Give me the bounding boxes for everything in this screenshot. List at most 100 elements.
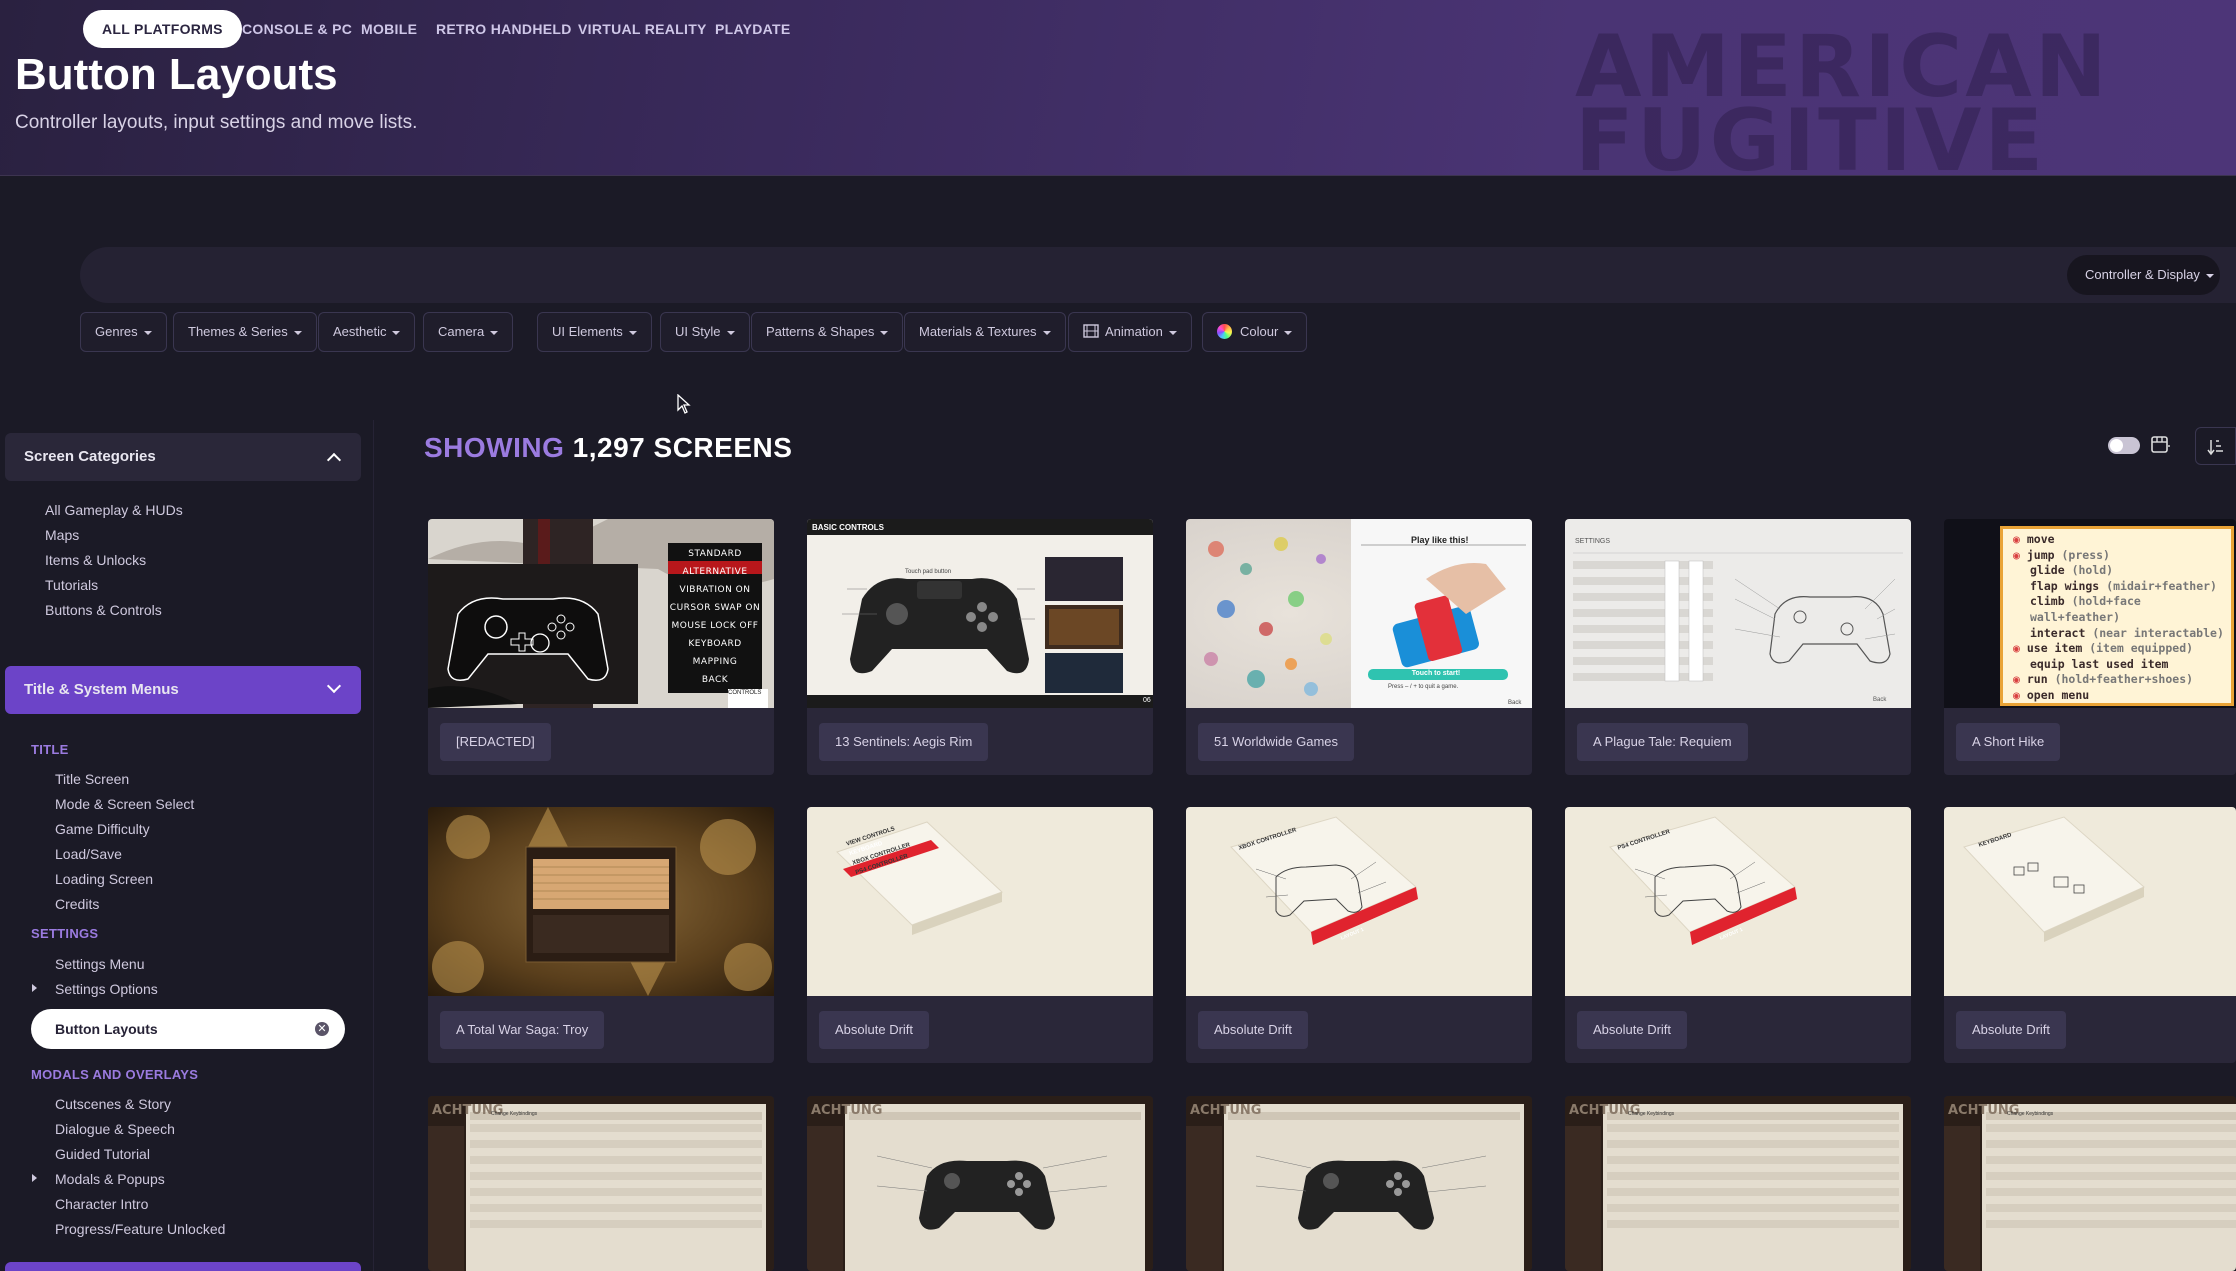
- title-system-menus-header[interactable]: Title & System Menus: [5, 666, 361, 714]
- thumb-button: Touch to start!: [1411, 670, 1461, 677]
- screenshot-thumbnail[interactable]: [1186, 1096, 1532, 1271]
- screenshot-thumbnail[interactable]: [1565, 1096, 1911, 1271]
- sidebar-divider: [373, 420, 374, 1271]
- active-item-label: Button Layouts: [55, 1021, 158, 1037]
- screenshot-thumbnail[interactable]: [428, 807, 774, 996]
- controller-display-dropdown[interactable]: Controller & Display: [2067, 255, 2220, 295]
- expand-arrow-icon[interactable]: [32, 1174, 37, 1182]
- tab-playdate[interactable]: PLAYDATE: [715, 10, 791, 48]
- screen-card[interactable]: [1565, 1096, 1911, 1271]
- close-icon[interactable]: ✕: [315, 1022, 329, 1036]
- filter-label: UI Elements: [552, 324, 623, 339]
- screenshot-thumbnail[interactable]: [807, 519, 1153, 708]
- move-row: equip last used item: [2013, 657, 2231, 673]
- game-title-label[interactable]: 13 Sentinels: Aegis Rim: [819, 723, 989, 761]
- sidebar-item-cutscenes-story[interactable]: Cutscenes & Story: [55, 1096, 171, 1112]
- screen-card[interactable]: [428, 1096, 774, 1271]
- game-title-label[interactable]: Absolute Drift: [1198, 1011, 1309, 1049]
- sidebar-item-buttons-controls[interactable]: Buttons & Controls: [45, 602, 162, 618]
- sidebar-item-settings-options[interactable]: Settings Options: [55, 981, 158, 997]
- screenshot-thumbnail[interactable]: [428, 1096, 774, 1271]
- thumb-tab: Change Keybindings: [2007, 1111, 2054, 1117]
- menu-item: BACK: [701, 675, 729, 685]
- filter-label: Colour: [1240, 324, 1279, 339]
- screenshot-thumbnail[interactable]: [1186, 519, 1532, 708]
- filter-genres[interactable]: Genres: [80, 312, 167, 352]
- filter-ui-style[interactable]: UI Style: [660, 312, 750, 352]
- sidebar-item-button-layouts-active[interactable]: Button Layouts ✕: [31, 1009, 345, 1049]
- caret-down-icon: [880, 330, 889, 335]
- header-watermark: AMERICAN FUGITIVE: [1575, 17, 2110, 176]
- screen-card[interactable]: [1944, 1096, 2236, 1271]
- screen-card[interactable]: 51 Worldwide Games: [1186, 519, 1532, 775]
- video-toggle[interactable]: [2108, 437, 2140, 454]
- thumb-back: Back: [1508, 700, 1522, 706]
- screen-card[interactable]: A Total War Saga: Troy: [428, 807, 774, 1063]
- screen-card[interactable]: A Plague Tale: Requiem: [1565, 519, 1911, 775]
- move-key: climb: [2030, 594, 2065, 609]
- sidebar-item-credits[interactable]: Credits: [55, 896, 99, 912]
- sidebar-item-progress-unlocked[interactable]: Progress/Feature Unlocked: [55, 1221, 225, 1237]
- video-filter-icon[interactable]: [2151, 436, 2171, 454]
- sidebar-item-character-intro[interactable]: Character Intro: [55, 1196, 148, 1212]
- sidebar-item-all-gameplay[interactable]: All Gameplay & HUDs: [45, 502, 183, 518]
- game-title-label[interactable]: Absolute Drift: [819, 1011, 930, 1049]
- screenshot-thumbnail[interactable]: [1186, 807, 1532, 996]
- screenshot-thumbnail[interactable]: [1565, 519, 1911, 708]
- filter-aesthetic[interactable]: Aesthetic: [318, 312, 416, 352]
- page-subtitle: Controller layouts, input settings and m…: [15, 112, 418, 133]
- thumb-label: Touch pad button: [905, 569, 952, 575]
- move-note: (press): [2061, 547, 2110, 562]
- tab-mobile[interactable]: MOBILE: [361, 10, 417, 48]
- filter-patterns-shapes[interactable]: Patterns & Shapes: [751, 312, 904, 352]
- next-section-header[interactable]: [5, 1262, 361, 1271]
- screen-card[interactable]: [1186, 1096, 1532, 1271]
- filter-animation[interactable]: Animation: [1068, 312, 1192, 352]
- filter-camera[interactable]: Camera: [423, 312, 514, 352]
- game-title-label[interactable]: Absolute Drift: [1577, 1011, 1688, 1049]
- move-key: interact: [2030, 625, 2086, 640]
- game-title-label[interactable]: 51 Worldwide Games: [1198, 723, 1355, 761]
- sidebar-item-mode-screen-select[interactable]: Mode & Screen Select: [55, 796, 194, 812]
- game-title-label[interactable]: Absolute Drift: [1956, 1011, 2067, 1049]
- tab-retro-handheld[interactable]: RETRO HANDHELD: [436, 10, 572, 48]
- results-count: SHOWING 1,297 SCREENS: [424, 432, 792, 464]
- sidebar-item-maps[interactable]: Maps: [45, 527, 79, 543]
- sidebar-item-dialogue-speech[interactable]: Dialogue & Speech: [55, 1121, 175, 1137]
- game-title-label[interactable]: [REDACTED]: [440, 723, 551, 761]
- thumb-footer: CONTROLS: [728, 690, 762, 696]
- sidebar-item-load-save[interactable]: Load/Save: [55, 846, 122, 862]
- sort-button[interactable]: [2195, 427, 2236, 465]
- screenshot-thumbnail[interactable]: [1944, 1096, 2236, 1271]
- caret-down-icon: [1284, 330, 1293, 335]
- sidebar-item-loading-screen[interactable]: Loading Screen: [55, 871, 153, 887]
- move-row: glide (hold): [2013, 563, 2231, 579]
- filter-materials-textures[interactable]: Materials & Textures: [904, 312, 1066, 352]
- screenshot-thumbnail[interactable]: [1944, 807, 2236, 996]
- menu-item: VIBRATION ON: [679, 585, 751, 595]
- menu-item: ALTERNATIVE: [682, 567, 748, 577]
- expand-arrow-icon[interactable]: [32, 984, 37, 992]
- tab-virtual-reality[interactable]: VIRTUAL REALITY: [578, 10, 707, 48]
- game-title-label[interactable]: A Plague Tale: Requiem: [1577, 723, 1748, 761]
- sidebar-item-settings-menu[interactable]: Settings Menu: [55, 956, 145, 972]
- filter-colour[interactable]: Colour: [1202, 312, 1308, 352]
- sidebar-item-modals-popups[interactable]: Modals & Popups: [55, 1171, 165, 1187]
- screen-card[interactable]: 13 Sentinels: Aegis Rim: [807, 519, 1153, 775]
- sidebar-item-title-screen[interactable]: Title Screen: [55, 771, 129, 787]
- filter-ui-elements[interactable]: UI Elements: [537, 312, 652, 352]
- game-title-label[interactable]: A Total War Saga: Troy: [440, 1011, 605, 1049]
- screenshot-thumbnail[interactable]: [1565, 807, 1911, 996]
- sidebar-item-guided-tutorial[interactable]: Guided Tutorial: [55, 1146, 150, 1162]
- screen-categories-header[interactable]: Screen Categories: [5, 433, 361, 481]
- filter-themes-series[interactable]: Themes & Series: [173, 312, 317, 352]
- sidebar-item-tutorials[interactable]: Tutorials: [45, 577, 98, 593]
- game-title-label[interactable]: A Short Hike: [1956, 723, 2061, 761]
- tab-console-pc[interactable]: CONSOLE & PC: [242, 10, 352, 48]
- tab-all-platforms[interactable]: ALL PLATFORMS: [83, 10, 242, 48]
- screen-card[interactable]: [807, 1096, 1153, 1271]
- thumb-tab: Change Keybindings: [491, 1111, 538, 1117]
- sidebar-item-items-unlocks[interactable]: Items & Unlocks: [45, 552, 146, 568]
- sidebar-item-game-difficulty[interactable]: Game Difficulty: [55, 821, 150, 837]
- screenshot-thumbnail[interactable]: [807, 1096, 1153, 1271]
